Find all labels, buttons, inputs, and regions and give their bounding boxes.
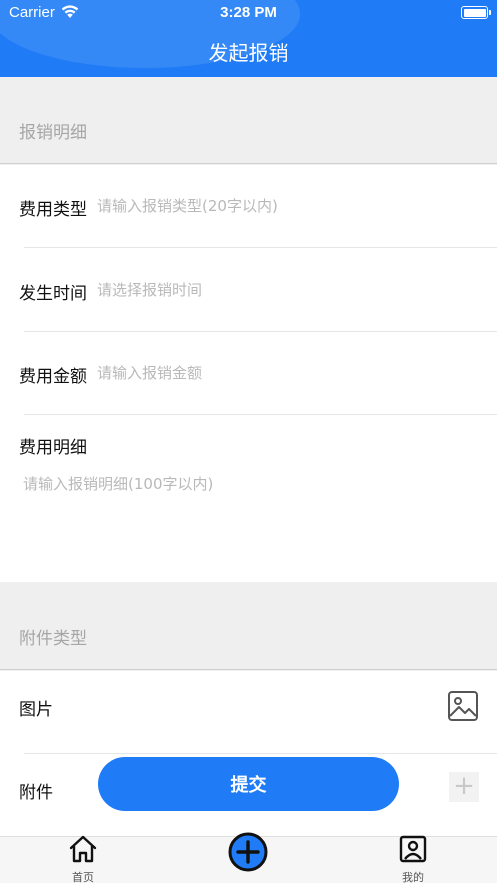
amount-input[interactable]	[97, 358, 477, 388]
details-section-header: 报销明细	[0, 77, 497, 164]
home-icon	[69, 835, 97, 863]
screen: Carrier 3:28 PM 发起报销 报销明细 费用类型 发生时间	[0, 0, 497, 883]
header-bar: Carrier 3:28 PM 发起报销	[0, 0, 497, 77]
tab-home[interactable]: 首页	[48, 835, 118, 883]
time-label: 发生时间	[19, 284, 87, 304]
detail-textarea[interactable]	[23, 473, 477, 568]
submit-button[interactable]: 提交	[98, 757, 399, 811]
image-icon[interactable]	[447, 690, 479, 722]
tab-me[interactable]: 我的	[378, 835, 448, 883]
battery-level	[463, 8, 486, 17]
add-file-button[interactable]: +	[449, 772, 479, 802]
time-picker-input[interactable]	[97, 275, 477, 305]
status-bar: Carrier 3:28 PM	[0, 0, 497, 26]
expense-type-row: 费用类型	[0, 165, 497, 248]
amount-row: 费用金额	[0, 332, 497, 415]
divider	[24, 414, 497, 415]
profile-icon	[399, 835, 427, 863]
attachments-section-header: 附件类型	[0, 583, 497, 670]
expense-type-label: 费用类型	[19, 200, 87, 220]
battery-icon	[461, 6, 491, 19]
tab-me-label: 我的	[402, 871, 424, 883]
time-row[interactable]: 发生时间	[0, 249, 497, 332]
image-row: 图片	[0, 671, 497, 754]
page-title: 发起报销	[208, 41, 289, 65]
divider	[24, 247, 497, 248]
attachments-card: 图片 附件	[0, 671, 497, 836]
status-time: 3:28 PM	[220, 4, 277, 21]
battery-nub	[489, 10, 491, 15]
attachments-section-title: 附件类型	[19, 629, 87, 649]
detail-label: 费用明细	[19, 438, 87, 458]
tab-home-label: 首页	[72, 871, 94, 883]
add-circle-icon[interactable]	[228, 832, 268, 872]
details-section-title: 报销明细	[19, 123, 87, 143]
image-label: 图片	[19, 700, 53, 720]
plus-icon: +	[453, 771, 475, 801]
expense-type-input[interactable]	[97, 191, 477, 221]
amount-label: 费用金额	[19, 367, 87, 387]
file-label: 附件	[19, 783, 53, 803]
